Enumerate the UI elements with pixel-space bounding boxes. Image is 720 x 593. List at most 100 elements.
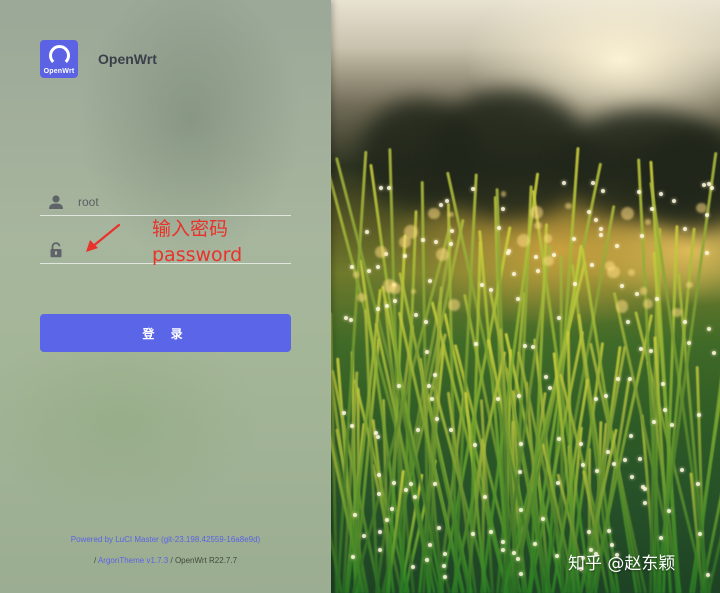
dew-drop [593, 218, 598, 223]
dew-drop [636, 189, 641, 194]
annotation-arrow-icon [86, 223, 121, 252]
dew-drop [614, 244, 619, 249]
dew-drop [594, 468, 599, 473]
dew-drop [413, 312, 418, 317]
dew-drop [349, 317, 354, 322]
dew-drop [505, 250, 510, 255]
annotation-line-1: 输入密码 [152, 218, 229, 240]
luci-link[interactable]: Powered by LuCI Master (git-23.198.42559… [71, 535, 260, 544]
footer-separator: / [93, 556, 97, 565]
dew-drop [554, 554, 559, 559]
footer-powered: Powered by LuCI Master (git-23.198.42559… [0, 535, 331, 544]
username-input[interactable] [76, 191, 280, 213]
dew-drop [642, 487, 647, 492]
bokeh-light [543, 255, 554, 267]
dew-drop [376, 264, 381, 269]
zhihu-watermark: 知乎 @赵东颖 [568, 554, 676, 574]
dew-drop [623, 458, 628, 463]
dew-drop [578, 441, 583, 446]
dew-drop [473, 341, 478, 346]
dew-drop [421, 238, 426, 243]
footer-separator-2: / [170, 556, 173, 565]
dew-drop [449, 229, 454, 234]
dew-drop [547, 386, 552, 391]
dew-drop [341, 411, 346, 415]
dew-drop [376, 472, 381, 477]
dew-drop [512, 271, 517, 276]
bokeh-light [530, 206, 543, 219]
login-button[interactable]: 登 录 [40, 314, 291, 352]
dew-drop [352, 513, 357, 518]
bokeh-light [448, 298, 461, 312]
logo-text: OpenWrt [43, 67, 75, 75]
dew-drop [434, 417, 439, 422]
dew-drop [544, 375, 549, 380]
bokeh-light [398, 236, 411, 248]
dew-drop [384, 518, 389, 523]
dew-drop [572, 237, 577, 242]
user-icon [49, 195, 63, 209]
dew-drop [392, 298, 397, 303]
dew-drop [654, 296, 659, 301]
dew-drop [643, 500, 648, 505]
dew-drop [518, 470, 523, 475]
dew-drop [658, 535, 663, 540]
annotation-line-2: password [152, 244, 243, 266]
dew-drop [628, 434, 633, 439]
dew-drop [620, 284, 624, 289]
dew-drop [679, 468, 684, 473]
argon-theme-link[interactable]: ArgonTheme v1.7.3 [98, 556, 168, 565]
dew-drop [704, 213, 709, 218]
bokeh-light [628, 269, 636, 277]
dew-drop [479, 282, 484, 287]
dew-drop [432, 481, 437, 486]
dew-drop [427, 278, 432, 283]
dew-drop [390, 506, 395, 511]
dew-drop [638, 456, 643, 461]
dew-drop [552, 253, 557, 258]
unlock-icon [50, 242, 62, 258]
dew-drop [535, 269, 540, 274]
dew-drop [423, 320, 428, 325]
dew-drop [386, 186, 391, 191]
annotation-text: 输入密码 password [152, 216, 242, 268]
bokeh-light [448, 211, 454, 218]
bokeh-light [410, 289, 416, 295]
bokeh-light [639, 287, 648, 295]
dew-drop [349, 265, 354, 270]
dew-drop [426, 383, 431, 388]
dew-drop [377, 491, 382, 496]
dew-drop [610, 543, 615, 548]
dew-drop [697, 531, 702, 536]
bokeh-light [357, 292, 367, 302]
dew-drop [516, 394, 521, 399]
dew-drop [523, 343, 528, 348]
dew-drop [626, 320, 631, 325]
login-panel: OpenWrt OpenWrt 输入密码 password 登 录 Powere… [0, 0, 331, 593]
bokeh-light [643, 298, 654, 309]
dew-drop [377, 529, 382, 534]
dew-drop [519, 571, 524, 576]
dew-drop [616, 376, 621, 381]
bokeh-light [616, 300, 629, 313]
dew-drop [532, 541, 537, 546]
bokeh-light [435, 247, 449, 261]
logo-ring-icon [48, 44, 70, 66]
dew-drop [601, 188, 606, 193]
bokeh-light [428, 207, 441, 220]
dew-drop [593, 397, 598, 402]
bokeh-light [672, 307, 682, 318]
brand-name: OpenWrt [98, 51, 157, 67]
dew-drop [439, 203, 444, 208]
dew-drop [707, 326, 712, 331]
dew-drop [410, 565, 415, 570]
dew-drop [470, 187, 475, 192]
dew-drop [711, 350, 716, 355]
dew-drop [683, 226, 688, 231]
dew-drop [448, 427, 453, 432]
dew-drop [364, 229, 369, 234]
dew-drop [366, 268, 371, 273]
dew-drop [449, 242, 454, 247]
dew-drop [683, 319, 688, 324]
dew-drop [392, 480, 397, 485]
